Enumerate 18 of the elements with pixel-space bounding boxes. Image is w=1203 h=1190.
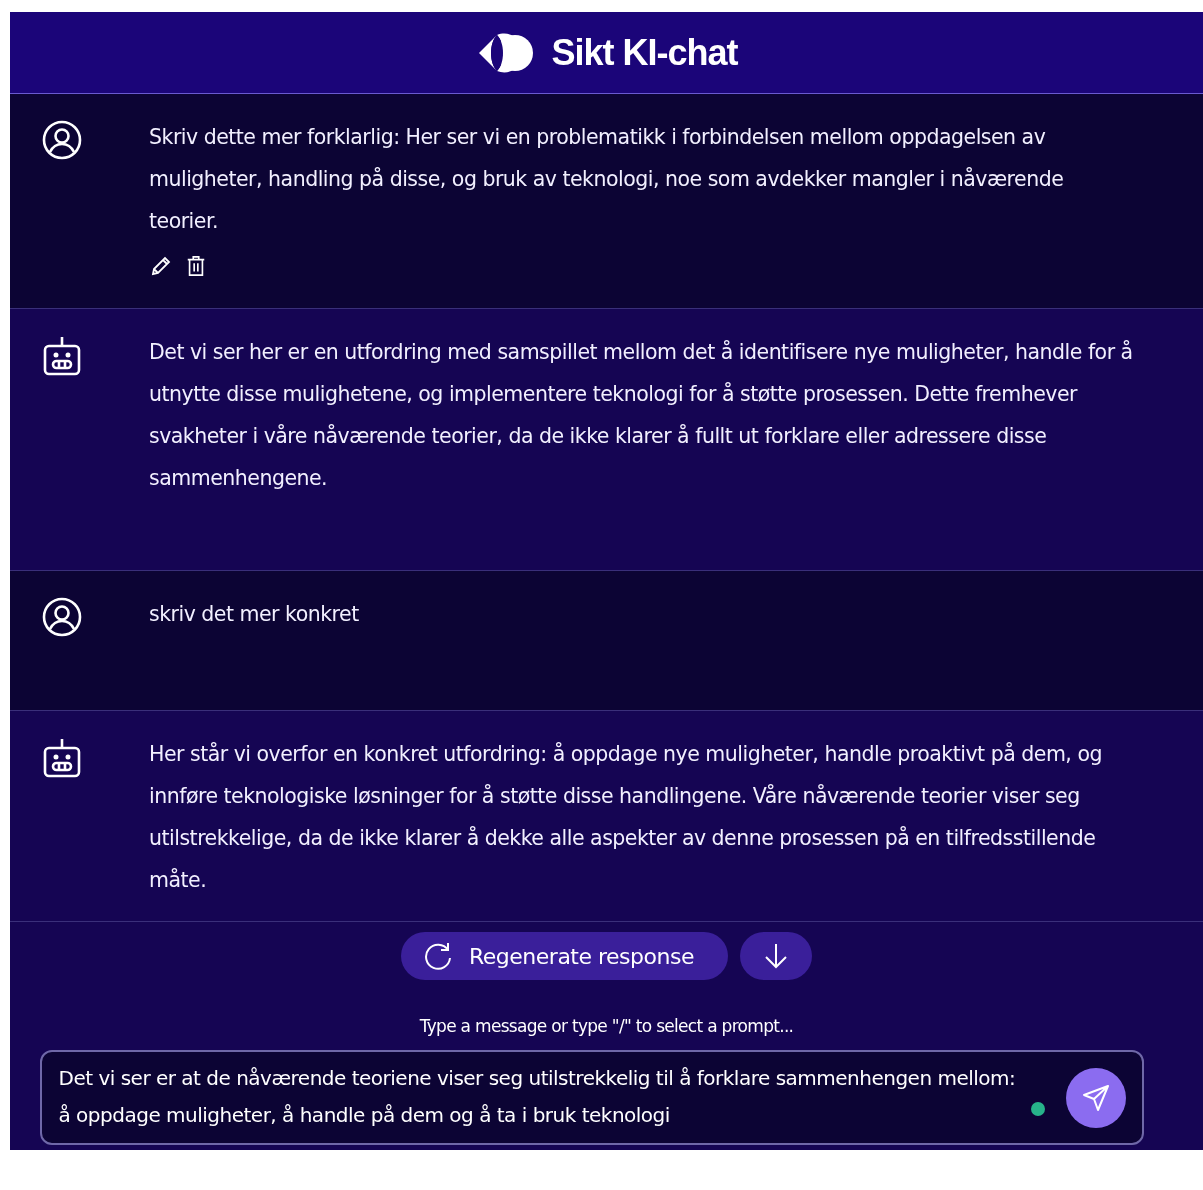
message-text: skriv det mer konkret [149, 601, 360, 628]
message-text: Her står vi overfor en konkret utfordring: å oppdage nye muligheter, handle proaktivt på dem, og innføre teknologiske løsninger for å støtte disse handlingene. Våre nåværende teorier viser seg utilstrekkelige, da de ikke klarer å dekke alle aspekter av denne prosessen på en tilfredsstillende måte. [149, 741, 1103, 894]
user-avatar-icon [42, 120, 82, 160]
message-input[interactable]: Det vi ser er at de nåværende teoriene viser seg utilstrekkelig til å forklare sammenhengen mellom: å oppdage muligheter, å handle på dem og å ta i bruk teknologi [39, 1050, 1144, 1145]
user-avatar-icon [42, 597, 82, 637]
refresh-icon [423, 941, 454, 971]
arrow-down-icon [763, 943, 788, 969]
trash-icon[interactable] [185, 254, 207, 278]
pencil-icon[interactable] [149, 254, 173, 278]
robot-icon [42, 335, 82, 377]
app-title: Sikt KI-chat [551, 31, 738, 74]
scroll-down-button[interactable] [739, 932, 812, 980]
input-hint: Type a message or type "/" to select a prompt... [419, 1016, 794, 1036]
regenerate-button[interactable]: Regenerate response [401, 932, 728, 980]
message-text: Det vi ser her er en utfordring med samspillet mellom det å identifisere nye muligheter, handle for å utnytte disse mulighetene, og implementere teknologi for å støtte prosessen. Dette fremhever svakheter i våre nåværende teorier, da de ikke klarer å fullt ut forklare eller adressere disse sammenhengene. [149, 339, 1134, 492]
message-text: Skriv dette mer forklarlig: Her ser vi en problematikk i forbindelsen mellom oppdagelsen av muligheter, handling på disse, og bruk av teknologi, noe som avdekker mangler i nåværende teorier. [149, 124, 1065, 235]
robot-icon [42, 737, 82, 779]
send-icon [1080, 1083, 1111, 1113]
